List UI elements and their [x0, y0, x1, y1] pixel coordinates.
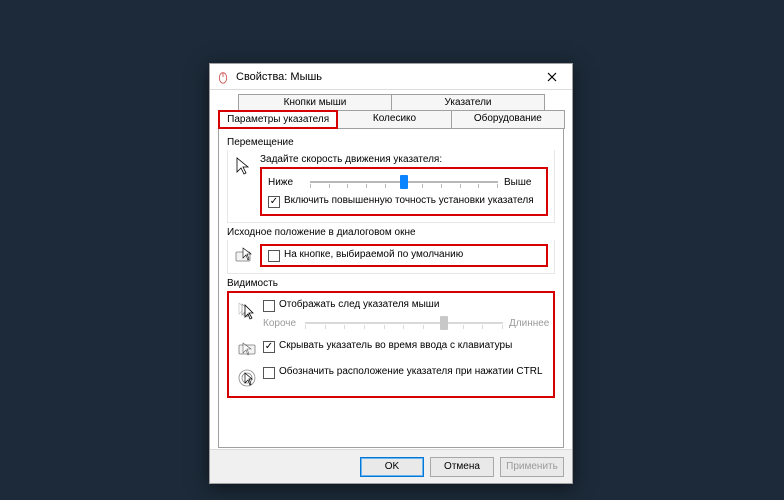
pointer-trails-slider — [305, 314, 503, 332]
group-motion: Перемещение Задайте скорость движения ук… — [227, 137, 555, 223]
tab-wheel[interactable]: Колесико — [337, 110, 451, 129]
tab-panel-pointer-options: Перемещение Задайте скорость движения ук… — [218, 128, 564, 448]
ctrl-locate-checkbox[interactable] — [263, 367, 275, 379]
trails-long-label: Длиннее — [509, 318, 545, 329]
group-motion-label: Перемещение — [227, 137, 555, 148]
dialog-title: Свойства: Мышь — [236, 71, 532, 83]
tabs: Кнопки мыши Указатели Параметры указател… — [218, 94, 564, 129]
mouse-properties-dialog: Свойства: Мышь Кнопки мыши Указатели Пар… — [209, 63, 573, 484]
speed-caption: Задайте скорость движения указателя: — [260, 154, 548, 165]
group-snap: Исходное положение в диалоговом окне На … — [227, 227, 555, 274]
trails-short-label: Короче — [263, 318, 299, 329]
enhance-precision-label: Включить повышенную точность установки у… — [284, 195, 534, 207]
hide-while-typing-checkbox[interactable] — [263, 341, 275, 353]
pointer-trails-icon — [237, 301, 257, 321]
group-snap-label: Исходное положение в диалоговом окне — [227, 227, 555, 238]
group-visibility-label: Видимость — [227, 278, 555, 289]
pointer-speed-slider[interactable] — [310, 173, 498, 191]
enhance-precision-checkbox[interactable] — [268, 196, 280, 208]
pointer-speed-icon — [234, 156, 254, 176]
dialog-footer: OK Отмена Применить — [210, 449, 572, 483]
cancel-button[interactable]: Отмена — [430, 457, 494, 477]
close-button[interactable] — [532, 64, 572, 90]
hide-while-typing-icon — [237, 340, 257, 360]
highlight-speed-block: Ниже Выше — [260, 167, 548, 216]
mouse-icon — [216, 70, 230, 84]
apply-button[interactable]: Применить — [500, 457, 564, 477]
ctrl-locate-label: Обозначить расположение указателя при на… — [279, 366, 543, 378]
snap-to-checkbox[interactable] — [268, 250, 280, 262]
group-visibility: Видимость Отображать след указателя мыши — [227, 278, 555, 398]
ctrl-locate-icon — [237, 368, 257, 388]
ok-button[interactable]: OK — [360, 457, 424, 477]
tab-buttons[interactable]: Кнопки мыши — [238, 94, 392, 110]
pointer-trails-label: Отображать след указателя мыши — [279, 299, 439, 311]
speed-slow-label: Ниже — [268, 177, 304, 188]
titlebar[interactable]: Свойства: Мышь — [210, 64, 572, 90]
tab-pointer-options[interactable]: Параметры указателя — [218, 110, 338, 129]
tab-pointers[interactable]: Указатели — [391, 94, 545, 110]
snap-to-label: На кнопке, выбираемой по умолчанию — [284, 249, 463, 261]
snap-to-icon — [234, 246, 254, 266]
pointer-trails-checkbox[interactable] — [263, 300, 275, 312]
hide-while-typing-label: Скрывать указатель во время ввода с клав… — [279, 340, 512, 352]
tab-hardware[interactable]: Оборудование — [451, 110, 565, 129]
dialog-body: Кнопки мыши Указатели Параметры указател… — [210, 90, 572, 449]
speed-fast-label: Выше — [504, 177, 540, 188]
